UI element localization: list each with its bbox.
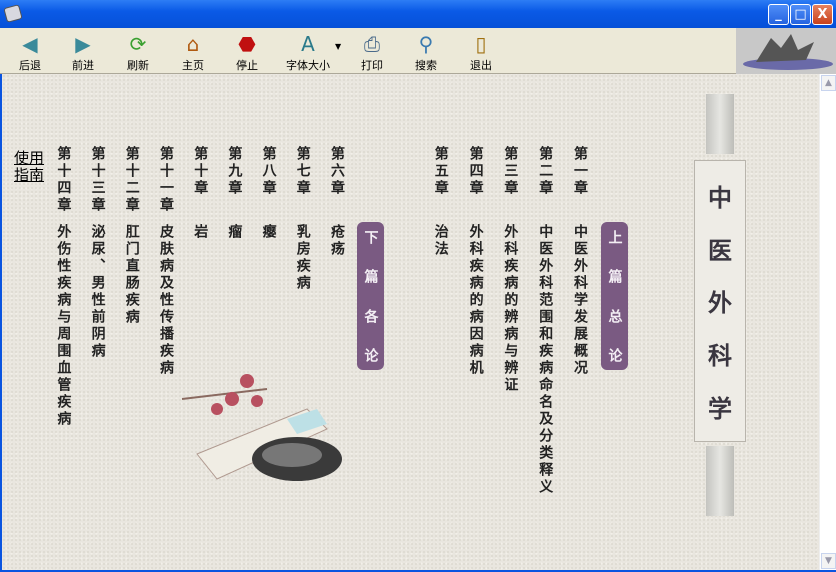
scroll-down-icon[interactable]: ▼ — [821, 553, 836, 569]
chapter-title-link[interactable]: 外伤性疾病与周围血管疾病 — [53, 224, 73, 428]
toolbar-button-stop[interactable]: ⬣ 停止 — [222, 30, 272, 72]
chapter-number[interactable]: 第十二章 — [122, 146, 142, 214]
toolbar-button-exit-door[interactable]: ▯ 退出 — [456, 30, 506, 72]
chapter-number[interactable]: 第十三章 — [88, 146, 108, 214]
chapter-title-link[interactable]: 瘤 — [224, 224, 244, 241]
toolbar-label: 主页 — [182, 59, 204, 72]
decor-bar — [706, 94, 734, 154]
part1-tab[interactable]: 上篇总论 — [601, 222, 628, 370]
title-bar: _ □ X — [0, 0, 836, 28]
decor-bar — [706, 446, 734, 516]
maximize-button[interactable]: □ — [790, 4, 811, 25]
chapter-title-link[interactable]: 肛门直肠疾病 — [122, 224, 142, 326]
chapter-title-link[interactable]: 中医外科范围和疾病命名及分类释义 — [535, 224, 555, 496]
chapter-title-link[interactable]: 皮肤病及性传播疾病 — [156, 224, 176, 377]
chapter-number[interactable]: 第四章 — [466, 146, 486, 197]
tab-char: 论 — [362, 347, 379, 362]
user-guide-link[interactable]: 使用指南 — [14, 150, 48, 184]
logo — [736, 28, 836, 74]
content-area: 使用指南 中 医 外 科 学 上篇总论 下篇各论 第一章中医外科学发展概况 第二章… — [2, 74, 819, 570]
toolbar-label: 刷新 — [127, 59, 149, 72]
toolbar-label: 退出 — [470, 59, 492, 72]
chapter-title-link[interactable]: 疮疡 — [327, 224, 347, 258]
title-char: 医 — [708, 235, 732, 265]
chapter-number[interactable]: 第六章 — [327, 146, 347, 197]
toolbar-button-home[interactable]: ⌂ 主页 — [168, 30, 218, 72]
title-char: 科 — [708, 341, 732, 371]
chapter-title-link[interactable]: 中医外科学发展概况 — [570, 224, 590, 377]
app-icon — [3, 4, 23, 23]
back-arrow-icon: ◀ — [22, 32, 38, 56]
chapter-title-link[interactable]: 乳房疾病 — [293, 224, 313, 292]
part2-tab[interactable]: 下篇各论 — [357, 222, 384, 370]
toolbar-label: 字体大小 — [286, 59, 330, 72]
chapter-title-link[interactable]: 泌尿、男性前阴病 — [88, 224, 108, 360]
chapter-title-link[interactable]: 外科疾病的辨病与辨证 — [500, 224, 520, 394]
toolbar-button-print[interactable]: ⎙ 打印 — [347, 30, 397, 72]
chapter-number[interactable]: 第七章 — [293, 146, 313, 197]
tab-char: 各 — [362, 308, 379, 323]
chapter-title-link[interactable]: 外科疾病的病因病机 — [466, 224, 486, 377]
forward-arrow-icon: ▶ — [75, 32, 91, 56]
toolbar: ▼ ◀ 后退 ▶ 前进 ⟳ 刷新 ⌂ 主页 ⬣ 停止 A 字体大小 ⎙ 打印 ⚲ 搜索 ▯ 退出 — [0, 28, 836, 74]
toolbar-button-forward-arrow[interactable]: ▶ 前进 — [58, 30, 108, 72]
toolbar-button-font-size[interactable]: A 字体大小 — [278, 30, 338, 72]
toolbar-label: 前进 — [72, 59, 94, 72]
chapter-title-link[interactable]: 瘿 — [259, 224, 279, 241]
toolbar-label: 停止 — [236, 59, 258, 72]
chapter-number[interactable]: 第八章 — [259, 146, 279, 197]
search-icon: ⚲ — [418, 32, 434, 56]
chapter-title-link[interactable]: 治法 — [431, 224, 451, 258]
chapter-number[interactable]: 第十章 — [190, 146, 210, 197]
toolbar-label: 后退 — [19, 59, 41, 72]
scroll-up-icon[interactable]: ▲ — [821, 75, 836, 91]
chapter-number[interactable]: 第十一章 — [156, 146, 176, 214]
chapter-number[interactable]: 第二章 — [535, 146, 555, 197]
chapter-number[interactable]: 第十四章 — [53, 146, 73, 214]
toolbar-button-back-arrow[interactable]: ◀ 后退 — [5, 30, 55, 72]
tab-char: 上 — [606, 230, 623, 244]
toolbar-label: 搜索 — [415, 59, 437, 72]
tab-char: 下 — [362, 230, 379, 244]
chapter-number[interactable]: 第三章 — [500, 146, 520, 197]
chapter-number[interactable]: 第九章 — [224, 146, 244, 197]
ink-stone-illustration — [181, 374, 342, 481]
minimize-button[interactable]: _ — [768, 4, 789, 25]
chapter-number[interactable]: 第一章 — [570, 146, 590, 197]
close-button[interactable]: X — [812, 4, 833, 25]
tab-char: 篇 — [606, 269, 623, 284]
refresh-icon: ⟳ — [129, 32, 147, 56]
stop-icon: ⬣ — [238, 32, 256, 56]
toolbar-label: 打印 — [361, 59, 383, 72]
chapter-number[interactable]: 第五章 — [431, 146, 451, 197]
book-title: 中 医 外 科 学 — [694, 160, 746, 442]
title-char: 中 — [708, 182, 732, 212]
font-size-icon: A — [301, 32, 315, 56]
exit-door-icon: ▯ — [475, 32, 487, 56]
title-char: 外 — [708, 288, 732, 318]
home-icon: ⌂ — [186, 32, 200, 56]
tab-char: 篇 — [362, 269, 379, 284]
toolbar-button-search[interactable]: ⚲ 搜索 — [401, 30, 451, 72]
toolbar-button-refresh[interactable]: ⟳ 刷新 — [113, 30, 163, 72]
print-icon: ⎙ — [364, 32, 380, 56]
tab-char: 总 — [606, 308, 623, 323]
title-char: 学 — [708, 394, 732, 424]
tab-char: 论 — [606, 347, 623, 362]
chapter-title-link[interactable]: 岩 — [190, 224, 210, 241]
vertical-scrollbar[interactable]: ▲ ▼ — [819, 74, 836, 570]
